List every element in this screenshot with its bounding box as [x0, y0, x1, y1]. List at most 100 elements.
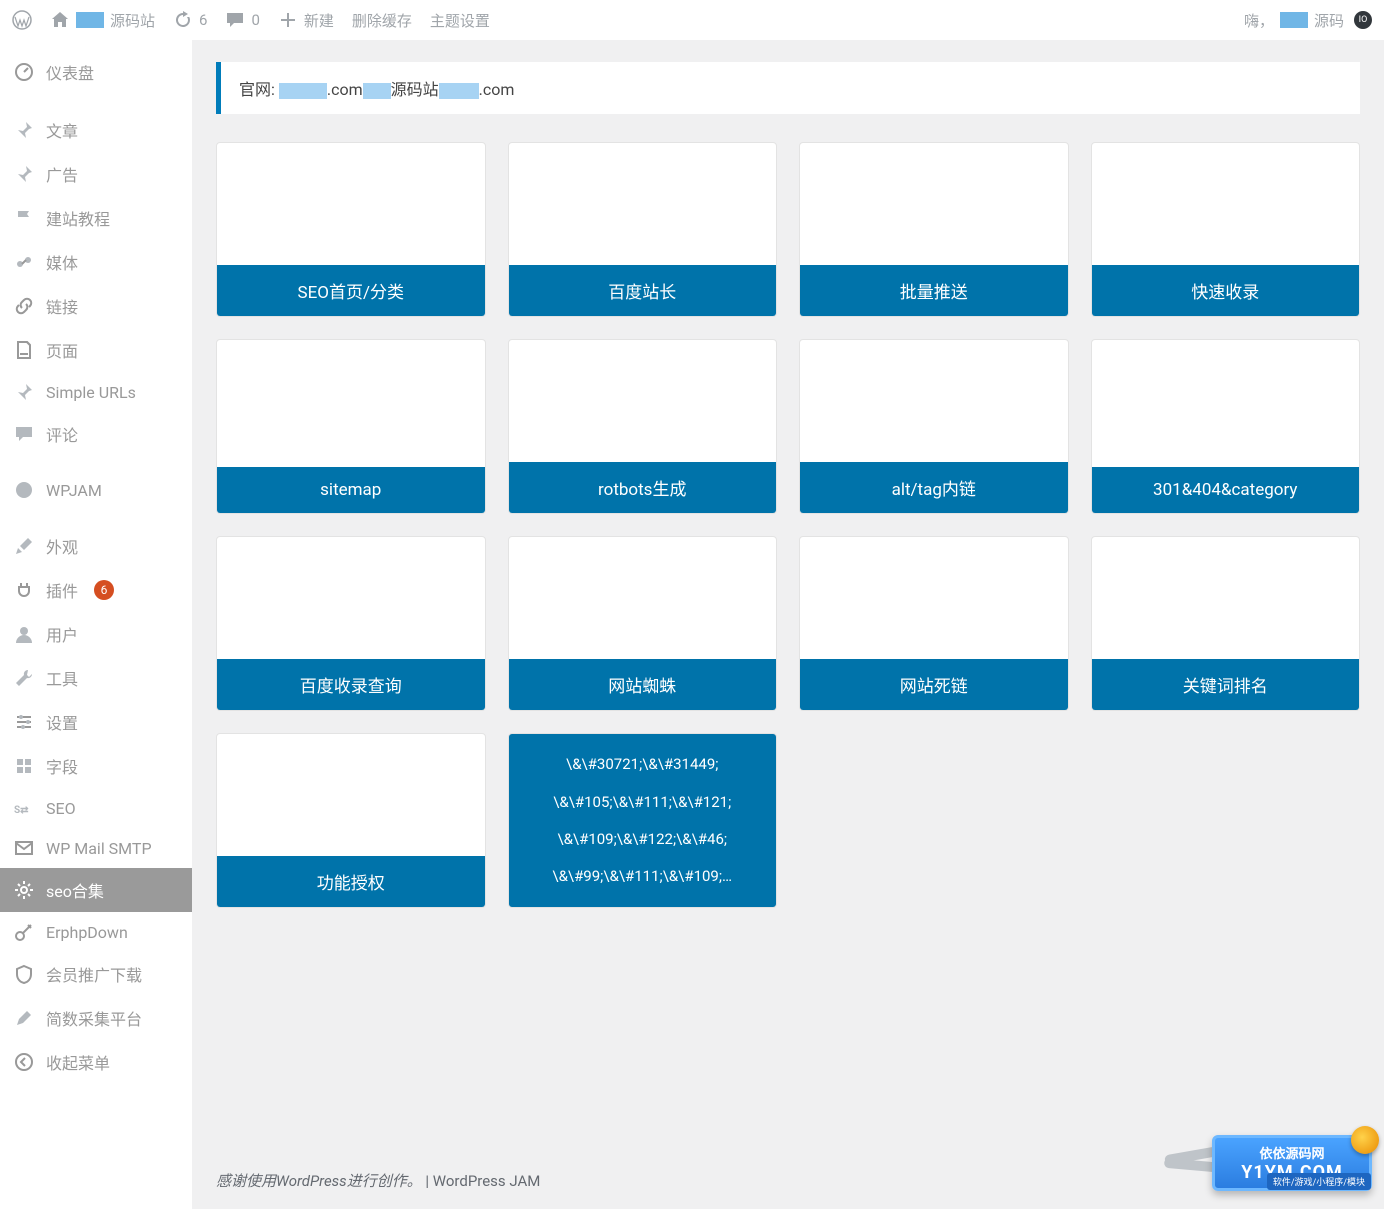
menu-item-label: 用户 — [46, 622, 78, 646]
menu-item-字段[interactable]: 字段 — [0, 744, 192, 788]
card-body — [217, 734, 485, 856]
menu-item-页面[interactable]: 页面 — [0, 328, 192, 372]
card-grid: SEO首页/分类百度站长批量推送快速收录 sitemap rotbots生成 alt/… — [216, 142, 1360, 908]
comments[interactable]: 0 — [225, 10, 259, 30]
admin-bar-left: 源码站 6 0 新建 删除缓存 主题设置 — [12, 10, 490, 31]
new-label: 新建 — [304, 10, 334, 31]
card-label: 百度收录查询 — [217, 659, 485, 710]
card-content: \&\#30721;\&\#31449;\&\#105;\&\#111;\&\#… — [509, 734, 777, 907]
feature-card[interactable]: 功能授权 — [216, 733, 486, 908]
card-label: sitemap — [217, 467, 485, 513]
watermark-sub: 软件/游戏/小程序/模块 — [1267, 1173, 1371, 1190]
avatar-badge[interactable]: IO — [1354, 11, 1372, 29]
feature-card[interactable]: sitemap — [216, 339, 486, 514]
card-body — [217, 537, 485, 659]
menu-item-收起菜单[interactable]: 收起菜单 — [0, 1040, 192, 1084]
menu-item-wpjam[interactable]: WPJAM — [0, 470, 192, 510]
seo-icon — [14, 798, 34, 818]
feature-card[interactable]: 百度收录查询 — [216, 536, 486, 711]
refresh-icon — [173, 10, 193, 30]
feature-card[interactable]: 批量推送 — [799, 142, 1069, 317]
menu-item-仪表盘[interactable]: 仪表盘 — [0, 50, 192, 94]
updates-count: 6 — [199, 11, 207, 29]
menu-item-label: Simple URLs — [46, 383, 136, 402]
menu-item-会员推广下载[interactable]: 会员推广下载 — [0, 952, 192, 996]
feature-card[interactable]: rotbots生成 — [508, 339, 778, 514]
admin-sidebar: 仪表盘文章广告建站教程媒体链接页面 Simple URLs 评论 WPJAM 外观插件6… — [0, 40, 192, 1209]
redacted-text — [1280, 12, 1308, 28]
greeting[interactable]: 嗨，源码 — [1244, 10, 1344, 31]
redacted-text — [439, 83, 479, 99]
menu-separator — [0, 456, 192, 470]
menu-item-插件[interactable]: 插件6 — [0, 568, 192, 612]
site-name[interactable]: 源码站 — [50, 10, 155, 31]
updates[interactable]: 6 — [173, 10, 207, 30]
menu-item-label: 文章 — [46, 118, 78, 142]
comment-icon — [225, 10, 245, 30]
card-body — [800, 537, 1068, 659]
feature-card[interactable]: 网站蜘蛛 — [508, 536, 778, 711]
notice-mid2: 源码站 — [391, 80, 439, 99]
theme-settings[interactable]: 主题设置 — [430, 10, 490, 31]
card-body — [509, 537, 777, 659]
menu-item-erphpdown[interactable]: ErphpDown — [0, 912, 192, 952]
menu-item-简数采集平台[interactable]: 简数采集平台 — [0, 996, 192, 1040]
menu-item-label: 设置 — [46, 710, 78, 734]
gear-icon — [14, 880, 34, 900]
feature-card[interactable]: 关键词排名 — [1091, 536, 1361, 711]
feature-card[interactable]: 快速收录 — [1091, 142, 1361, 317]
menu-item-建站教程[interactable]: 建站教程 — [0, 196, 192, 240]
card-body — [1092, 143, 1360, 265]
user-icon — [14, 624, 34, 644]
footer-jam[interactable]: WordPress JAM — [433, 1172, 541, 1190]
card-body — [509, 143, 777, 265]
footer-note: 感谢使用WordPress进行创作。 | WordPress JAM — [216, 1170, 540, 1191]
menu-item-seo[interactable]: SEO — [0, 788, 192, 828]
feature-card[interactable]: 网站死链 — [799, 536, 1069, 711]
feature-card[interactable]: \&\#30721;\&\#31449;\&\#105;\&\#111;\&\#… — [508, 733, 778, 908]
menu-item-label: WP Mail SMTP — [46, 839, 152, 858]
redacted-text — [76, 12, 104, 28]
menu-item-用户[interactable]: 用户 — [0, 612, 192, 656]
card-label: 网站死链 — [800, 659, 1068, 710]
wp-logo[interactable] — [12, 10, 32, 30]
greeting-suffix: 源码 — [1314, 10, 1344, 31]
menu-item-seo合集[interactable]: seo合集 — [0, 868, 192, 912]
menu-item-label: 工具 — [46, 666, 78, 690]
card-label: 快速收录 — [1092, 265, 1360, 316]
redacted-text — [363, 83, 391, 99]
brush-icon — [14, 536, 34, 556]
content-area: 官网: .com源码站.com SEO首页/分类百度站长批量推送快速收录site… — [192, 40, 1384, 1209]
card-label: 功能授权 — [217, 856, 485, 907]
menu-item-工具[interactable]: 工具 — [0, 656, 192, 700]
menu-item-label: 字段 — [46, 754, 78, 778]
menu-item-label: SEO — [46, 799, 76, 818]
menu-item-外观[interactable]: 外观 — [0, 524, 192, 568]
pin-icon — [14, 382, 34, 402]
key-icon — [14, 922, 34, 942]
feature-card[interactable]: SEO首页/分类 — [216, 142, 486, 317]
notice-suffix: .com — [479, 80, 515, 99]
menu-item-simple-urls[interactable]: Simple URLs — [0, 372, 192, 412]
new-content[interactable]: 新建 — [278, 10, 334, 31]
clear-cache[interactable]: 删除缓存 — [352, 10, 412, 31]
feature-card[interactable]: alt/tag内链 — [799, 339, 1069, 514]
menu-item-评论[interactable]: 评论 — [0, 412, 192, 456]
card-body — [800, 340, 1068, 462]
feature-card[interactable]: 301&404&category — [1091, 339, 1361, 514]
menu-item-文章[interactable]: 文章 — [0, 108, 192, 152]
menu-item-链接[interactable]: 链接 — [0, 284, 192, 328]
menu-item-label: WPJAM — [46, 481, 102, 500]
menu-item-label: 广告 — [46, 162, 78, 186]
menu-item-label: 页面 — [46, 338, 78, 362]
menu-item-媒体[interactable]: 媒体 — [0, 240, 192, 284]
card-label: rotbots生成 — [509, 462, 777, 513]
feature-card[interactable]: 百度站长 — [508, 142, 778, 317]
magnifier-icon — [1351, 1126, 1379, 1154]
page-icon — [14, 340, 34, 360]
menu-item-wp-mail-smtp[interactable]: WP Mail SMTP — [0, 828, 192, 868]
menu-item-设置[interactable]: 设置 — [0, 700, 192, 744]
card-body — [217, 340, 485, 467]
menu-item-广告[interactable]: 广告 — [0, 152, 192, 196]
redacted-text — [279, 83, 327, 99]
